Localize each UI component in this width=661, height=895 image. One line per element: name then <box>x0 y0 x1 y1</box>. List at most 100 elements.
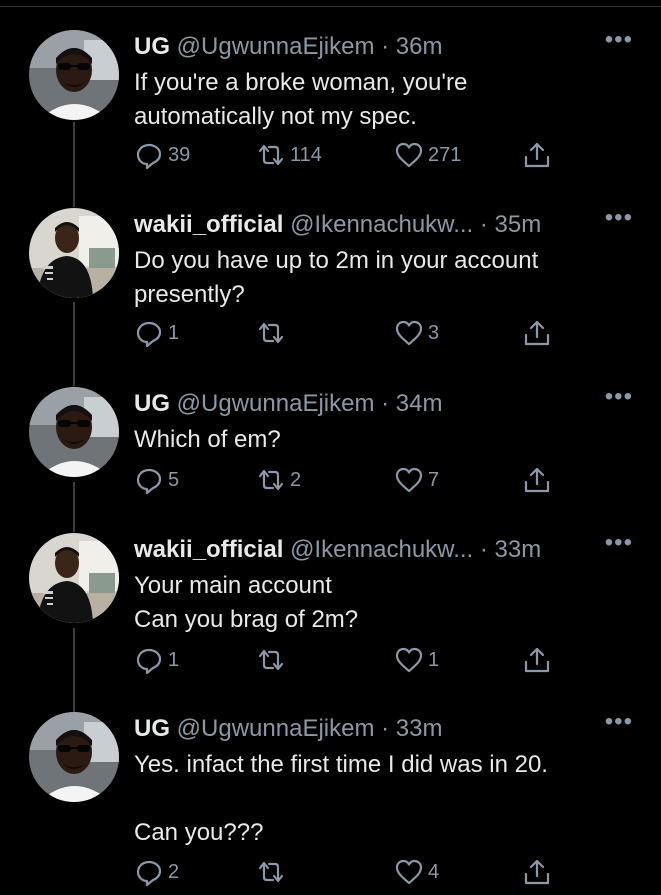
tweet-header: UG @UgwunnaEjikem · 34m <box>134 387 442 421</box>
share-button[interactable] <box>522 138 552 172</box>
tweet-header: wakii_official @Ikennachukw... · 33m <box>134 533 541 567</box>
heart-icon <box>395 467 423 493</box>
reply-icon <box>136 143 162 170</box>
timestamp[interactable]: 36m <box>396 33 443 60</box>
share-icon <box>524 859 550 885</box>
share-button[interactable] <box>522 316 552 350</box>
retweet-button[interactable]: 114 <box>256 138 322 172</box>
tweet-text-line: Can you brag of 2m? <box>134 606 359 633</box>
tweet-text-line: Can you??? <box>134 819 264 846</box>
tweet-text: Which of em? <box>134 423 634 457</box>
tweet-text-line: Yes. infact the first time I did was in … <box>134 751 548 778</box>
like-count: 7 <box>428 468 440 491</box>
retweet-count: 2 <box>290 468 302 491</box>
reply-count: 5 <box>168 468 180 491</box>
separator-dot: · <box>473 536 495 563</box>
reply-count: 1 <box>168 321 180 344</box>
like-button[interactable]: 7 <box>394 463 439 497</box>
tweet-text-line: presently? <box>134 281 245 308</box>
share-icon <box>524 647 550 673</box>
more-options-icon[interactable]: ••• <box>605 204 633 232</box>
retweet-button[interactable] <box>256 643 290 677</box>
separator-dot: · <box>473 211 495 238</box>
like-count: 1 <box>428 648 440 671</box>
reply-count: 39 <box>168 143 191 166</box>
separator-dot: · <box>374 33 396 60</box>
thread-line <box>73 302 75 386</box>
heart-icon <box>395 647 423 673</box>
retweet-button[interactable] <box>256 855 290 889</box>
user-handle[interactable]: @Ikennachukw... <box>290 211 473 238</box>
tweet-text-line: Your main account <box>134 572 332 599</box>
tweet-actions: 39 114 271 <box>134 138 564 172</box>
heart-icon <box>395 859 423 885</box>
display-name[interactable]: UG <box>134 390 170 417</box>
tweet-text-line: automatically not my spec. <box>134 103 417 130</box>
thread-line <box>73 628 75 714</box>
share-button[interactable] <box>522 643 552 677</box>
reply-icon <box>136 860 162 887</box>
more-options-icon[interactable]: ••• <box>605 383 633 411</box>
like-button[interactable]: 4 <box>394 855 439 889</box>
heart-icon <box>395 142 423 168</box>
reply-icon <box>136 648 162 675</box>
like-count: 4 <box>428 860 440 883</box>
thread-line <box>73 482 75 532</box>
tweet-header: UG @UgwunnaEjikem · 36m <box>134 30 442 64</box>
like-button[interactable]: 1 <box>394 643 439 677</box>
tweet-text-line: If you're a broke woman, you're <box>134 69 468 96</box>
retweet-button[interactable]: 2 <box>256 463 301 497</box>
timestamp[interactable]: 33m <box>495 536 542 563</box>
display-name[interactable]: wakii_official <box>134 536 283 563</box>
more-options-icon[interactable]: ••• <box>605 529 633 557</box>
reply-button[interactable]: 1 <box>134 643 179 677</box>
retweet-count: 114 <box>290 143 322 166</box>
tweet-text-line <box>134 782 634 816</box>
timestamp[interactable]: 34m <box>396 390 443 417</box>
timestamp[interactable]: 33m <box>396 715 443 742</box>
like-count: 271 <box>428 143 462 166</box>
tweet-header: wakii_official @Ikennachukw... · 35m <box>134 208 541 242</box>
tweet-actions: 2 4 <box>134 855 564 889</box>
reply-button[interactable]: 2 <box>134 855 179 889</box>
share-icon <box>524 142 550 168</box>
retweet-icon <box>258 322 284 344</box>
tweet-text: Do you have up to 2m in your account pre… <box>134 244 634 312</box>
retweet-icon <box>258 649 284 671</box>
avatar[interactable] <box>29 387 119 477</box>
tweet-text-line: Do you have up to 2m in your account <box>134 247 539 274</box>
timestamp[interactable]: 35m <box>495 211 542 238</box>
tweet-actions: 1 1 <box>134 643 564 677</box>
avatar[interactable] <box>29 30 119 120</box>
tweet-text-line: Which of em? <box>134 426 281 453</box>
tweet-text: Your main account Can you brag of 2m? <box>134 569 634 637</box>
user-handle[interactable]: @UgwunnaEjikem <box>177 390 375 417</box>
heart-icon <box>395 320 423 346</box>
reply-button[interactable]: 39 <box>134 138 190 172</box>
top-divider <box>0 6 661 7</box>
more-options-icon[interactable]: ••• <box>605 708 633 736</box>
reply-button[interactable]: 1 <box>134 316 179 350</box>
tweet-actions: 1 3 <box>134 316 564 350</box>
display-name[interactable]: wakii_official <box>134 211 283 238</box>
user-handle[interactable]: @Ikennachukw... <box>290 536 473 563</box>
reply-count: 2 <box>168 860 180 883</box>
user-handle[interactable]: @UgwunnaEjikem <box>177 33 375 60</box>
avatar[interactable] <box>29 208 119 298</box>
tweet-actions: 5 2 7 <box>134 463 564 497</box>
avatar[interactable] <box>29 712 119 802</box>
more-options-icon[interactable]: ••• <box>605 26 633 54</box>
user-handle[interactable]: @UgwunnaEjikem <box>177 715 375 742</box>
display-name[interactable]: UG <box>134 715 170 742</box>
reply-icon <box>136 321 162 348</box>
share-button[interactable] <box>522 463 552 497</box>
separator-dot: · <box>374 390 396 417</box>
tweet-text: Yes. infact the first time I did was in … <box>134 748 634 850</box>
reply-button[interactable]: 5 <box>134 463 179 497</box>
like-button[interactable]: 271 <box>394 138 461 172</box>
display-name[interactable]: UG <box>134 33 170 60</box>
share-button[interactable] <box>522 855 552 889</box>
retweet-button[interactable] <box>256 316 290 350</box>
avatar[interactable] <box>29 533 119 623</box>
like-button[interactable]: 3 <box>394 316 439 350</box>
